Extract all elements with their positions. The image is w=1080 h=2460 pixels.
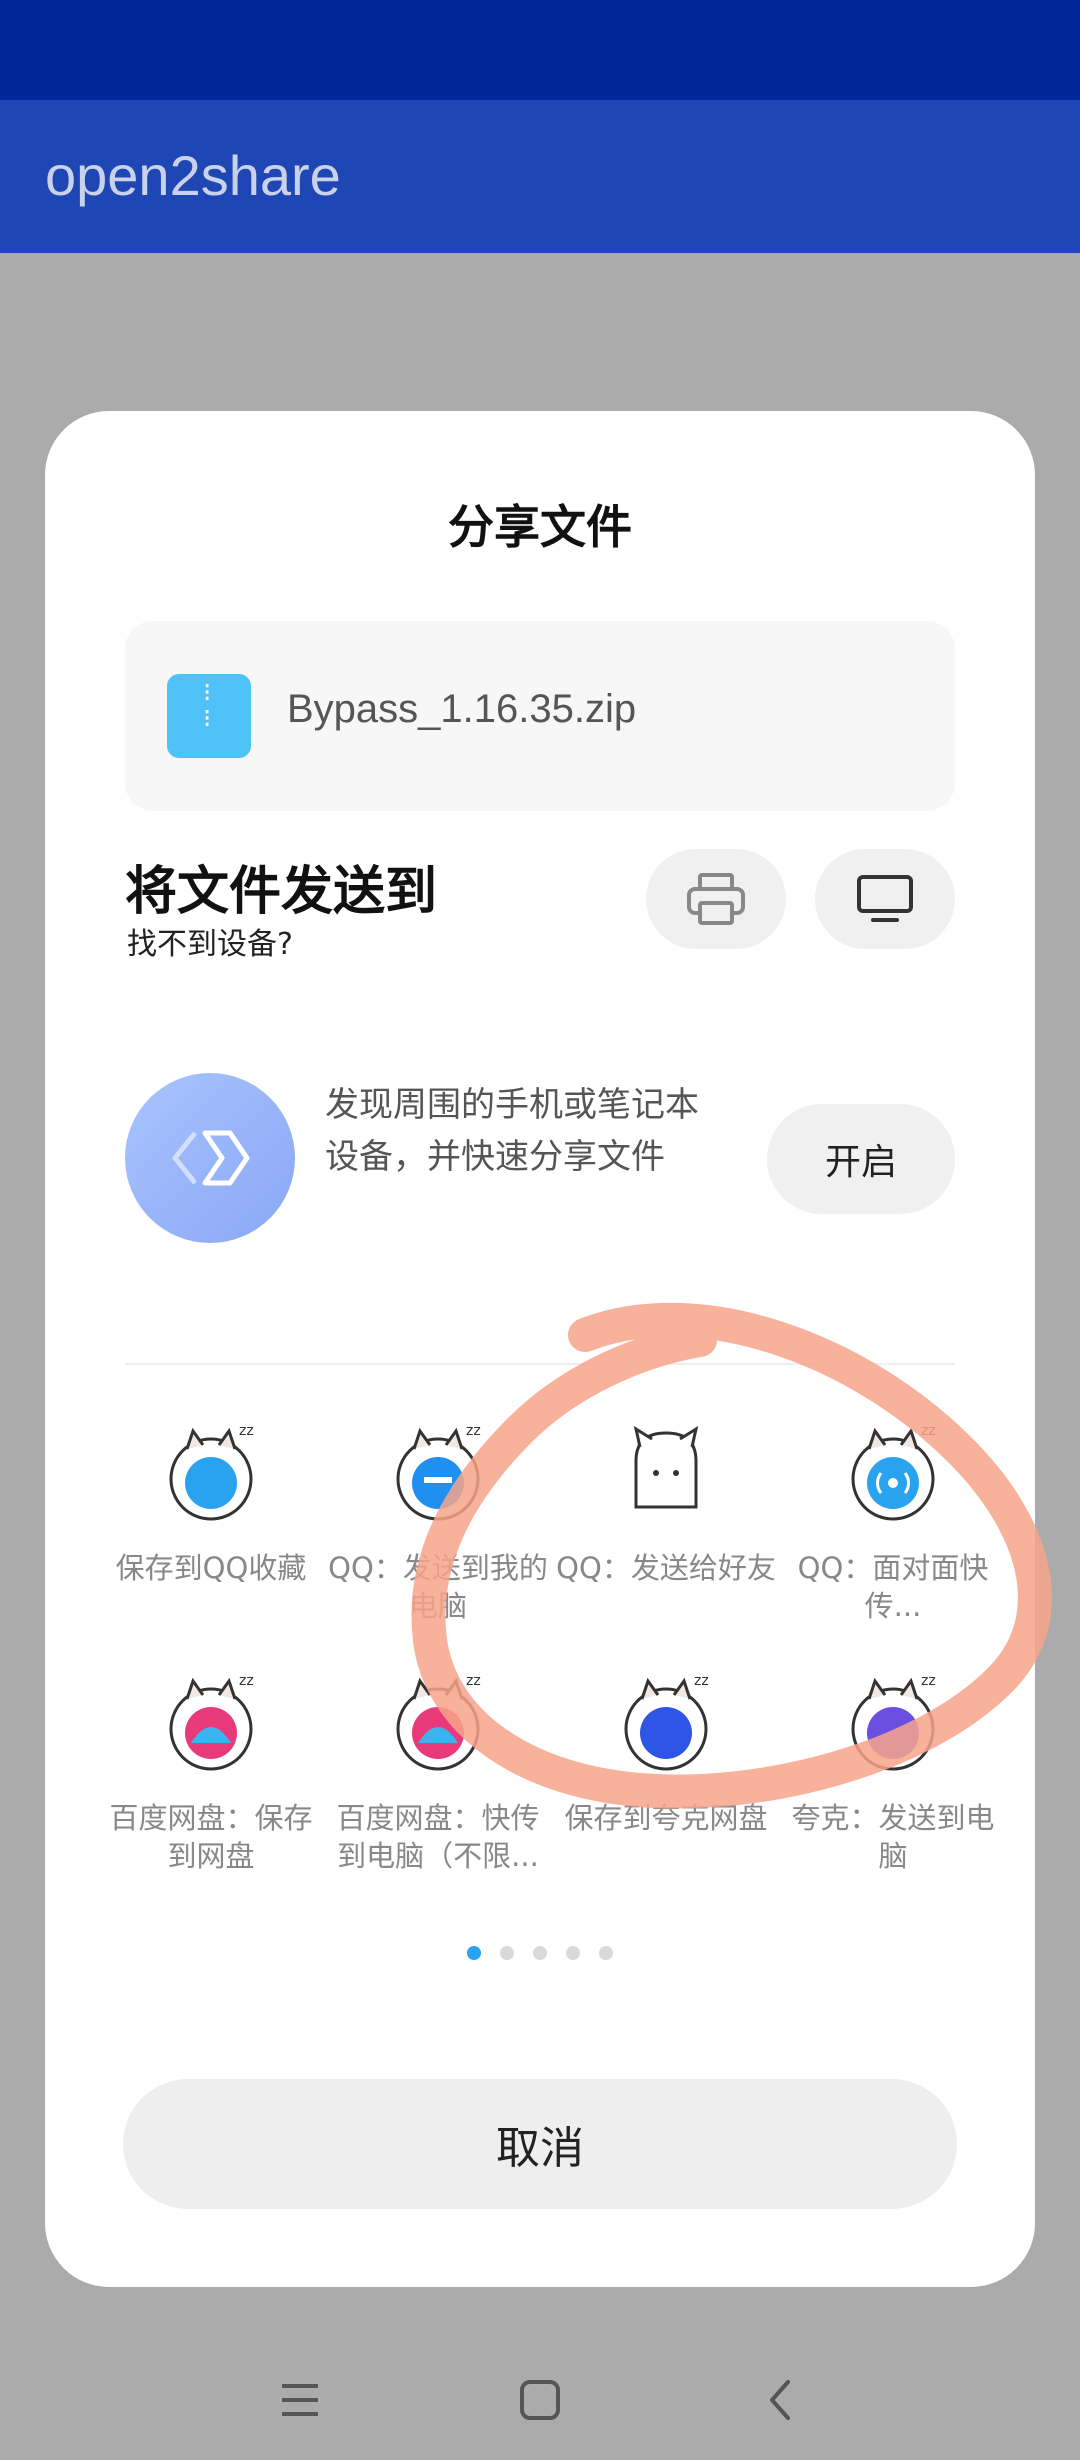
app-label: QQ：面对面快传... (797, 1551, 989, 1623)
zip-file-icon: ⁝ ⁝ (167, 674, 251, 758)
monitor-icon (857, 875, 913, 922)
menu-icon (282, 2384, 318, 2416)
app-label: 夸克：发送到电脑 (791, 1801, 995, 1873)
sheet-title: 分享文件 (448, 500, 632, 554)
app-label: 百度网盘：快传到电脑（不限... (336, 1801, 540, 1873)
home-button[interactable] (500, 2360, 580, 2440)
svg-text:zz: zz (694, 1673, 709, 1689)
send-title: 将文件发送到 (125, 862, 438, 922)
svg-text:zz: zz (466, 1423, 481, 1439)
svg-text:zz: zz (921, 1673, 936, 1689)
share-target-qq-face-to-face[interactable]: zz QQ：面对面快传... (779, 1421, 1007, 1651)
printer-icon (687, 873, 745, 925)
screen-cast-button[interactable] (815, 849, 955, 949)
page-indicator (45, 1945, 1035, 1964)
page-dot (499, 1946, 514, 1960)
navigation-bar (0, 2330, 1080, 2460)
qq-favorites-icon: zz (169, 1423, 254, 1521)
app-label: QQ：发送给好友 (556, 1551, 776, 1585)
app-label: 保存到QQ收藏 (115, 1551, 307, 1585)
share-target-baidu-save[interactable]: zz 百度网盘：保存到网盘 (97, 1671, 325, 1901)
share-target-qq-favorites[interactable]: zz 保存到QQ收藏 (97, 1421, 325, 1651)
share-target-baidu-transfer[interactable]: zz 百度网盘：快传到电脑（不限... (324, 1671, 552, 1901)
status-bar (0, 0, 1080, 100)
svg-text:zz: zz (239, 1673, 254, 1689)
svg-text:zz: zz (466, 1673, 481, 1689)
app-label: 百度网盘：保存到网盘 (109, 1801, 313, 1873)
share-target-qq-friend[interactable]: QQ：发送给好友 (552, 1421, 780, 1651)
baidu-netdisk-save-icon: zz (169, 1673, 254, 1771)
qq-my-computer-icon: zz (396, 1423, 481, 1521)
file-name: Bypass_1.16.35.zip (287, 687, 637, 731)
enable-button[interactable]: 开启 (767, 1104, 955, 1214)
print-button[interactable] (646, 849, 786, 949)
back-button[interactable] (740, 2360, 820, 2440)
app-bar: open2share (0, 100, 1080, 253)
qq-face-to-face-icon: zz (851, 1423, 936, 1521)
svg-text:zz: zz (921, 1423, 936, 1439)
back-icon (770, 2380, 790, 2420)
page-dot (533, 1946, 547, 1960)
cant-find-device-link[interactable]: 找不到设备? (127, 919, 293, 963)
page-dot (566, 1946, 581, 1960)
share-sheet: 分享文件 ⁝ ⁝ Bypass_1.16.35.zip 将文件发送到 找不到设备?… (45, 411, 1035, 2287)
share-targets-grid: zz 保存到QQ收藏 zz QQ：发送到我的电脑 QQ：发送给好友 zz QQ：… (97, 1421, 1007, 1873)
file-card: ⁝ ⁝ Bypass_1.16.35.zip (125, 621, 955, 811)
app-title: open2share (45, 144, 341, 207)
home-icon (520, 2380, 560, 2420)
svg-text:zz: zz (239, 1423, 254, 1439)
quark-netdisk-icon: zz (624, 1673, 709, 1771)
divider (125, 1363, 955, 1365)
page-dot (599, 1946, 614, 1960)
page-dot (466, 1946, 481, 1960)
app-label: QQ：发送到我的电脑 (328, 1551, 548, 1623)
cancel-button[interactable]: 取消 (123, 2079, 957, 2209)
quark-send-icon: zz (851, 1673, 936, 1771)
menu-button[interactable] (260, 2360, 340, 2440)
baidu-netdisk-transfer-icon: zz (396, 1673, 481, 1771)
share-target-qq-my-computer[interactable]: zz QQ：发送到我的电脑 (324, 1421, 552, 1651)
app-label: 保存到夸克网盘 (564, 1801, 768, 1835)
qq-friend-icon (633, 1425, 699, 1509)
nearby-share-icon (125, 1073, 295, 1243)
discover-description: 发现周围的手机或笔记本设备，并快速分享文件 (325, 1085, 699, 1177)
share-target-quark-save[interactable]: zz 保存到夸克网盘 (552, 1671, 780, 1901)
share-target-quark-send[interactable]: zz 夸克：发送到电脑 (779, 1671, 1007, 1901)
